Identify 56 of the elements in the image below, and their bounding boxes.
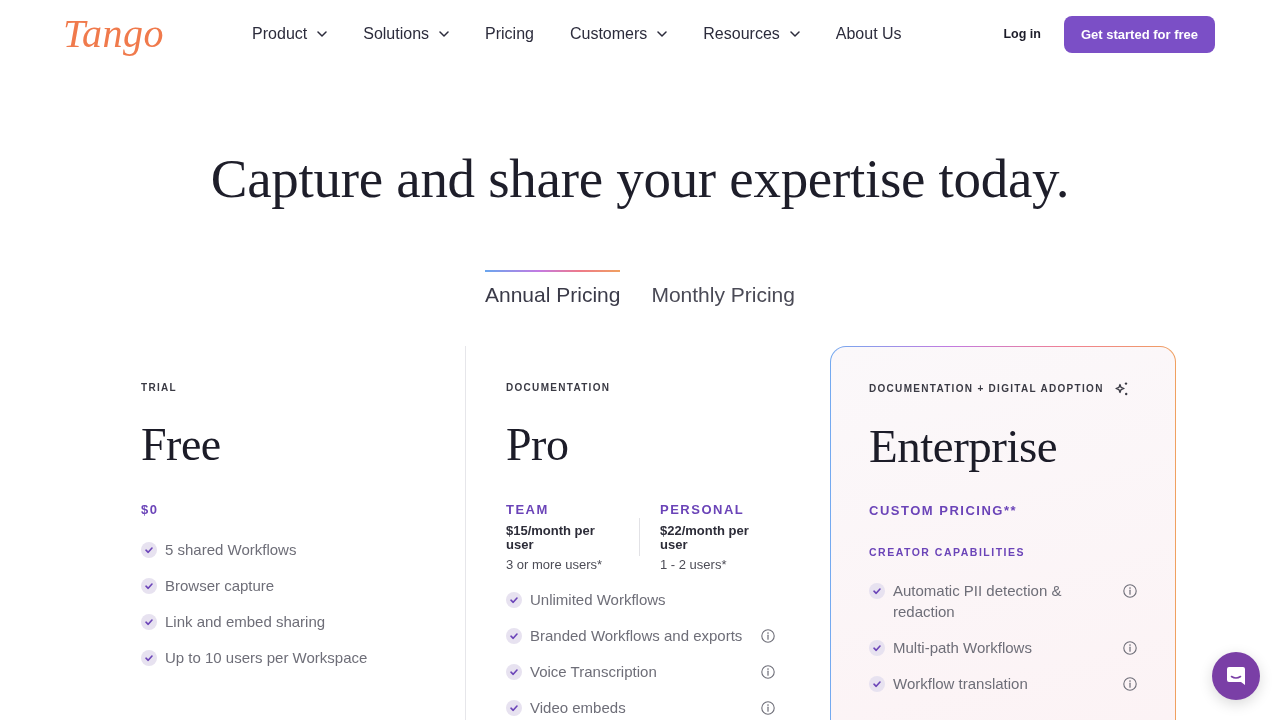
- tier-price: $15/month per user: [506, 524, 596, 552]
- feature-text: Unlimited Workflows: [530, 590, 667, 610]
- check-icon: [869, 675, 885, 692]
- feature-text: Branded Workflows and exports: [530, 626, 744, 646]
- feature-text: Browser capture: [165, 576, 276, 596]
- feature-text: Automatic PII detection & redaction: [893, 581, 1063, 622]
- sparkle-icon: [1113, 382, 1128, 396]
- feature-text: Up to 10 users per Workspace: [165, 648, 369, 668]
- check-icon: [506, 591, 522, 608]
- check-icon: [141, 613, 157, 630]
- info-icon[interactable]: [1123, 640, 1137, 655]
- feature-text: Link and embed sharing: [165, 612, 327, 632]
- info-icon[interactable]: [761, 664, 775, 679]
- page-heading: Capture and share your expertise today.: [210, 147, 1070, 211]
- billing-tab[interactable]: Monthly Pricing: [651, 270, 795, 308]
- chat-icon: [1225, 665, 1247, 687]
- feature-text: Video embeds: [530, 698, 627, 718]
- feature-text: Multi-path Workflows: [893, 638, 1033, 658]
- nav-link[interactable]: Product: [252, 24, 328, 44]
- check-icon: [141, 541, 157, 558]
- login-link[interactable]: Log in: [1003, 26, 1041, 42]
- tier-name: TEAM: [506, 502, 550, 518]
- nav-link[interactable]: Customers: [569, 24, 668, 44]
- info-icon[interactable]: [761, 628, 775, 643]
- nav-link[interactable]: Resources: [703, 24, 800, 44]
- plan-price: $0: [141, 502, 160, 518]
- billing-tab[interactable]: Annual Pricing: [485, 270, 621, 308]
- plan-category: TRIAL: [141, 381, 177, 395]
- check-icon: [141, 577, 157, 594]
- chat-button[interactable]: [1212, 652, 1260, 700]
- check-icon: [506, 699, 522, 716]
- feature-text: Voice Transcription: [530, 662, 658, 682]
- feature-text: Workflow translation: [893, 674, 1029, 694]
- nav-link[interactable]: Solutions: [363, 24, 450, 44]
- info-icon[interactable]: [1123, 583, 1137, 598]
- plan-name: Pro: [506, 422, 570, 468]
- info-icon[interactable]: [761, 700, 775, 715]
- tier-name: PERSONAL: [660, 502, 746, 518]
- plan-name: Free: [141, 422, 222, 468]
- check-icon: [506, 627, 522, 644]
- check-icon: [869, 582, 885, 599]
- tier-price: $22/month per user: [660, 524, 750, 552]
- plan-price: CUSTOM PRICING**: [869, 503, 1018, 519]
- plan-category: DOCUMENTATION + DIGITAL ADOPTION: [869, 382, 1104, 396]
- check-icon: [506, 663, 522, 680]
- get-started-button[interactable]: Get started for free: [1063, 15, 1215, 53]
- nav-link[interactable]: About Us: [835, 24, 902, 44]
- feature-text: 5 shared Workflows: [165, 540, 298, 560]
- nav-link[interactable]: Pricing: [485, 24, 534, 44]
- check-icon: [141, 649, 157, 666]
- tier-note: 3 or more users*: [506, 557, 604, 573]
- tier-note: 1 - 2 users*: [660, 557, 728, 573]
- section-heading: CREATOR CAPABILITIES: [869, 545, 1026, 559]
- check-icon: [869, 639, 885, 656]
- info-icon[interactable]: [1123, 676, 1137, 691]
- plan-category: DOCUMENTATION: [506, 381, 611, 395]
